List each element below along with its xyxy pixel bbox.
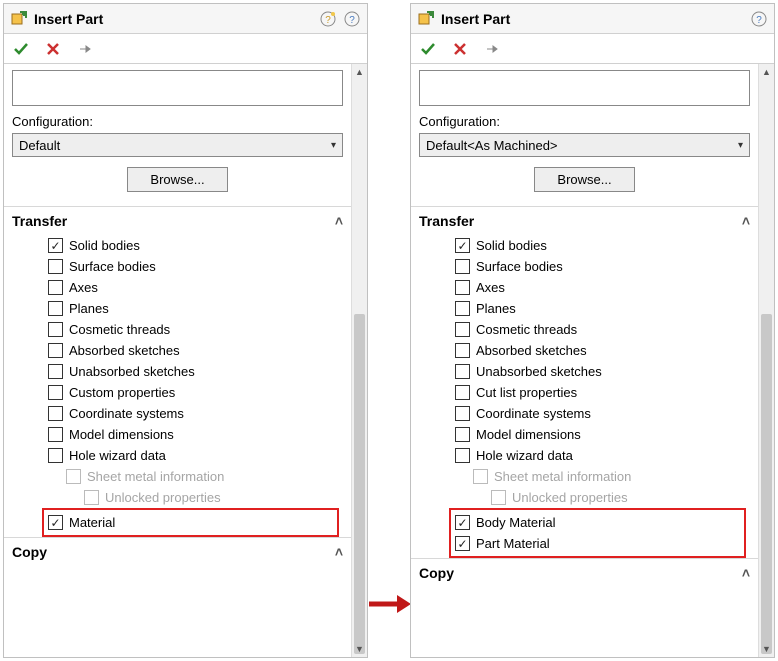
cancel-icon[interactable]: [44, 40, 62, 58]
vertical-scrollbar[interactable]: ▲ ▼: [351, 64, 367, 657]
chevron-up-icon: ˄: [335, 544, 343, 560]
highlight-box-material: ✓Body Material ✓Part Material: [449, 508, 746, 558]
insert-part-icon: [10, 10, 28, 28]
check-absorbed-sketches[interactable]: Absorbed sketches: [48, 340, 343, 361]
browse-button[interactable]: Browse...: [534, 167, 634, 192]
vertical-scrollbar[interactable]: ▲ ▼: [758, 64, 774, 657]
panel-title: Insert Part: [34, 11, 319, 27]
help-icon[interactable]: ?: [750, 10, 768, 28]
check-unabsorbed-sketches[interactable]: Unabsorbed sketches: [48, 361, 343, 382]
config-select[interactable]: Default ▾: [12, 133, 343, 157]
config-label: Configuration:: [12, 114, 343, 129]
pin-icon[interactable]: [76, 40, 94, 58]
check-part-material[interactable]: ✓Part Material: [455, 533, 740, 554]
svg-text:?: ?: [756, 15, 762, 26]
check-cosmetic-threads[interactable]: Cosmetic threads: [455, 319, 750, 340]
scroll-down-icon[interactable]: ▼: [352, 641, 367, 657]
titlebar: Insert Part ?: [411, 4, 774, 34]
check-solid-bodies[interactable]: ✓Solid bodies: [455, 235, 750, 256]
chevron-up-icon: ˄: [335, 213, 343, 229]
transfer-section-header[interactable]: Transfer ˄: [12, 207, 343, 235]
check-hole-wizard-data[interactable]: Hole wizard data: [455, 445, 750, 466]
check-coordinate-systems[interactable]: Coordinate systems: [48, 403, 343, 424]
config-select[interactable]: Default<As Machined> ▾: [419, 133, 750, 157]
check-planes[interactable]: Planes: [48, 298, 343, 319]
check-coordinate-systems[interactable]: Coordinate systems: [455, 403, 750, 424]
transfer-label: Transfer: [419, 213, 474, 229]
pin-icon[interactable]: [483, 40, 501, 58]
chevron-down-icon: ▾: [738, 140, 743, 151]
copy-section-header[interactable]: Copy ˄: [419, 559, 750, 587]
chevron-up-icon: ˄: [742, 565, 750, 581]
check-custom-properties[interactable]: Custom properties: [48, 382, 343, 403]
transfer-options: ✓Solid bodies Surface bodies Axes Planes…: [12, 235, 343, 537]
check-sheet-metal-info: Sheet metal information: [455, 466, 750, 487]
help-star-icon[interactable]: ?: [319, 10, 337, 28]
chevron-down-icon: ▾: [331, 140, 336, 151]
config-value: Default<As Machined>: [426, 138, 558, 153]
action-bar: [411, 34, 774, 64]
part-name-input[interactable]: [12, 70, 343, 106]
config-value: Default: [19, 138, 60, 153]
copy-label: Copy: [12, 544, 47, 560]
insert-part-panel-left: Insert Part ? ? Configuration: Default ▾…: [3, 3, 368, 658]
check-model-dimensions[interactable]: Model dimensions: [455, 424, 750, 445]
scroll-thumb[interactable]: [354, 314, 365, 654]
part-name-input[interactable]: [419, 70, 750, 106]
transfer-section-header[interactable]: Transfer ˄: [419, 207, 750, 235]
config-label: Configuration:: [419, 114, 750, 129]
check-body-material[interactable]: ✓Body Material: [455, 512, 740, 533]
chevron-up-icon: ˄: [742, 213, 750, 229]
scroll-up-icon[interactable]: ▲: [759, 64, 774, 80]
help-icon[interactable]: ?: [343, 10, 361, 28]
check-hole-wizard-data[interactable]: Hole wizard data: [48, 445, 343, 466]
check-planes[interactable]: Planes: [455, 298, 750, 319]
copy-label: Copy: [419, 565, 454, 581]
transfer-label: Transfer: [12, 213, 67, 229]
check-axes[interactable]: Axes: [455, 277, 750, 298]
ok-icon[interactable]: [12, 40, 30, 58]
panel-content: Configuration: Default ▾ Browse... Trans…: [4, 64, 351, 657]
titlebar: Insert Part ? ?: [4, 4, 367, 34]
check-model-dimensions[interactable]: Model dimensions: [48, 424, 343, 445]
check-surface-bodies[interactable]: Surface bodies: [455, 256, 750, 277]
highlight-box-material: ✓Material: [42, 508, 339, 537]
check-material[interactable]: ✓Material: [48, 512, 333, 533]
scroll-thumb[interactable]: [761, 314, 772, 654]
svg-text:?: ?: [325, 15, 331, 26]
check-absorbed-sketches[interactable]: Absorbed sketches: [455, 340, 750, 361]
comparison-arrow-icon: [369, 592, 411, 616]
action-bar: [4, 34, 367, 64]
svg-text:?: ?: [349, 15, 355, 26]
scroll-down-icon[interactable]: ▼: [759, 641, 774, 657]
cancel-icon[interactable]: [451, 40, 469, 58]
check-surface-bodies[interactable]: Surface bodies: [48, 256, 343, 277]
transfer-options: ✓Solid bodies Surface bodies Axes Planes…: [419, 235, 750, 558]
check-unlocked-properties: Unlocked properties: [48, 487, 343, 508]
check-axes[interactable]: Axes: [48, 277, 343, 298]
insert-part-icon: [417, 10, 435, 28]
panel-content: Configuration: Default<As Machined> ▾ Br…: [411, 64, 758, 657]
check-unabsorbed-sketches[interactable]: Unabsorbed sketches: [455, 361, 750, 382]
check-cut-list-properties[interactable]: Cut list properties: [455, 382, 750, 403]
check-solid-bodies[interactable]: ✓Solid bodies: [48, 235, 343, 256]
copy-section-header[interactable]: Copy ˄: [12, 538, 343, 566]
browse-button[interactable]: Browse...: [127, 167, 227, 192]
check-unlocked-properties: Unlocked properties: [455, 487, 750, 508]
ok-icon[interactable]: [419, 40, 437, 58]
check-sheet-metal-info: Sheet metal information: [48, 466, 343, 487]
panel-title: Insert Part: [441, 11, 750, 27]
scroll-up-icon[interactable]: ▲: [352, 64, 367, 80]
check-cosmetic-threads[interactable]: Cosmetic threads: [48, 319, 343, 340]
insert-part-panel-right: Insert Part ? Configuration: Default<As …: [410, 3, 775, 658]
